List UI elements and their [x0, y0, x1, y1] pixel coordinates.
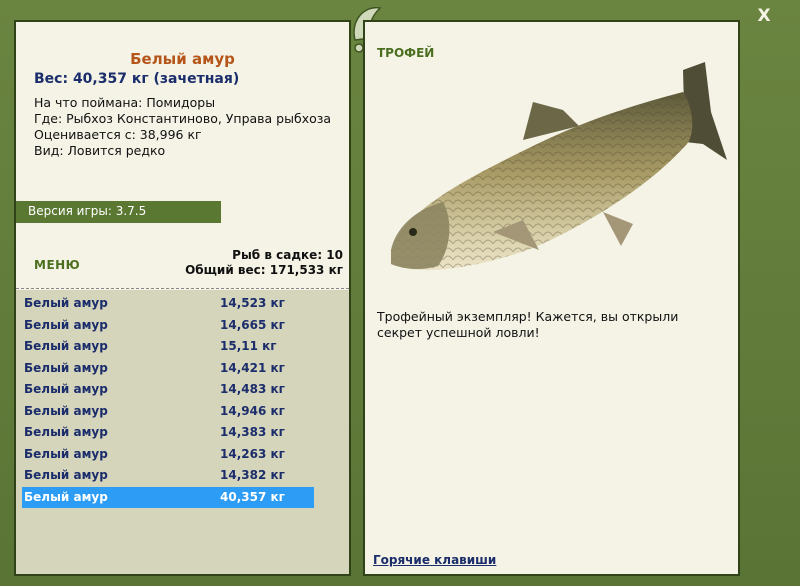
list-item[interactable]: Белый амур 14,523 кг: [22, 293, 314, 314]
fish-details: Белый амур Вес: 40,357 кг (зачетная) На …: [16, 22, 349, 202]
fish-name: Белый амур: [24, 489, 108, 504]
list-item[interactable]: Белый амур 14,946 кг: [22, 401, 314, 422]
fish-name: Белый амур: [24, 425, 108, 439]
fish-weight-value: 14,665 кг: [220, 317, 285, 332]
fish-weight: Вес: 40,357 кг (зачетная): [34, 71, 240, 87]
list-item[interactable]: Белый амур 15,11 кг: [22, 336, 314, 357]
list-item[interactable]: Белый амур 14,382 кг: [22, 465, 314, 486]
version-bar: Версия игры: 3.7.5: [16, 201, 221, 223]
fish-weight-value: 14,382 кг: [220, 468, 285, 482]
fish-info-panel: Белый амур Вес: 40,357 кг (зачетная) На …: [14, 20, 351, 576]
fish-weight-value: 14,383 кг: [220, 425, 285, 439]
fish-name: Белый амур: [24, 403, 108, 418]
close-icon[interactable]: X: [754, 6, 774, 26]
hotkeys-link[interactable]: Горячие клавиши: [373, 553, 496, 567]
trophy-text: Трофейный экземпляр! Кажется, вы открыли…: [377, 309, 679, 340]
divider: [16, 288, 349, 289]
fish-name: Белый амур: [24, 382, 108, 396]
fish-title: Белый амур: [130, 50, 235, 68]
fish-name: Белый амур: [24, 360, 108, 375]
fish-weight-value: 14,263 кг: [220, 446, 285, 461]
list-item[interactable]: Белый амур 14,665 кг: [22, 315, 314, 336]
fish-name: Белый амур: [24, 339, 108, 353]
fish-weight-value: 14,421 кг: [220, 360, 285, 375]
list-item[interactable]: Белый амур 14,483 кг: [22, 379, 314, 400]
place-line: Где: Рыбхоз Константиново, Управа рыбхоз…: [34, 111, 332, 126]
fish-name: Белый амур: [24, 317, 108, 332]
kind-line: Вид: Ловится редко: [34, 143, 166, 158]
fish-list: Белый амур 14,523 кг Белый амур 14,665 кг Бе…: [16, 290, 349, 574]
bait-line: На что поймана: Помидоры: [34, 95, 216, 110]
trophy-panel: ТРОФЕЙ Трофейный экземпляр! Кажется, вы …: [363, 20, 740, 576]
fish-weight-value: 14,523 кг: [220, 296, 285, 310]
list-item[interactable]: Белый амур 40,357 кг: [22, 486, 314, 508]
cage-count: Рыб в садке: 10: [232, 248, 343, 262]
list-item[interactable]: Белый амур 14,421 кг: [22, 358, 314, 379]
fish-weight-value: 40,357 кг: [220, 489, 285, 504]
fish-weight-value: 14,946 кг: [220, 403, 285, 418]
list-item[interactable]: Белый амур 14,263 кг: [22, 444, 314, 465]
fish-name: Белый амур: [24, 468, 108, 482]
menu-button[interactable]: МЕНЮ: [34, 258, 80, 272]
valued-line: Оценивается с: 38,996 кг: [34, 127, 202, 142]
list-item[interactable]: Белый амур 14,383 кг: [22, 422, 314, 443]
fish-weight-value: 15,11 кг: [220, 339, 277, 353]
fish-weight-value: 14,483 кг: [220, 382, 285, 396]
cage-summary: Рыб в садке: 10 Общий вес: 171,533 кг: [185, 248, 343, 278]
fish-name: Белый амур: [24, 446, 108, 461]
fish-name: Белый амур: [24, 296, 108, 310]
fish-image: [391, 62, 727, 271]
cage-total-weight: Общий вес: 171,533 кг: [185, 263, 343, 277]
